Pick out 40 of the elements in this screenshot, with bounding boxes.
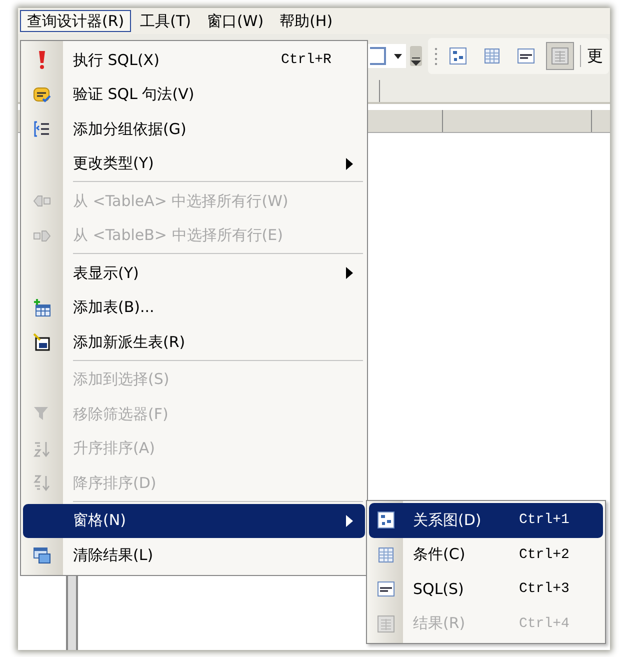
grid-icon (377, 546, 395, 564)
menu-bar-item[interactable]: 帮助(H) (272, 10, 340, 32)
menu-item[interactable]: 窗格(N) (23, 504, 365, 538)
dropdown-button[interactable] (368, 44, 406, 68)
diagram-icon (449, 47, 467, 65)
grid-icon (483, 47, 501, 65)
menu-bar-item[interactable]: 窗口(W) (200, 10, 271, 32)
submenu-arrow-icon (346, 514, 353, 527)
caret-icon (394, 54, 402, 58)
menu-item[interactable]: 执行 SQL(X) Ctrl+R (23, 43, 365, 78)
menu-item[interactable]: 添加新派生表(R) (23, 325, 365, 360)
toolbar-label: 更 (587, 46, 603, 66)
diagram-icon (377, 511, 395, 530)
menu-item[interactable]: 表显示(Y) (23, 256, 365, 290)
table-add-icon (33, 298, 51, 317)
grid-icon (377, 614, 395, 633)
sort-icon (33, 474, 51, 492)
grid-icon (551, 47, 569, 65)
menu-item[interactable]: 清除结果(L) (23, 538, 365, 572)
overflow-icon[interactable] (410, 46, 422, 66)
menu-bar-item[interactable]: 查询设计器(R) (20, 10, 132, 32)
window-icon (33, 546, 51, 564)
sql-check-icon (33, 86, 51, 104)
menu-item[interactable]: 更改类型(Y) (23, 146, 365, 181)
sql-pane-icon (517, 47, 535, 65)
submenu-arrow-icon (346, 158, 353, 170)
sql-pane-icon (377, 580, 395, 598)
sort-icon (33, 440, 51, 458)
table-wand-icon (33, 333, 51, 352)
grip-icon (434, 46, 438, 66)
menu-item[interactable]: 条件(C) Ctrl+2 (369, 538, 603, 572)
menu-item[interactable]: SQL(S) Ctrl+3 (369, 572, 603, 606)
submenu-arrow-icon (346, 267, 353, 280)
exclamation-icon (38, 51, 46, 70)
menu-item[interactable]: 关系图(D) Ctrl+1 (369, 503, 603, 538)
list-icon (33, 120, 51, 138)
menu-item[interactable]: 验证 SQL 句法(V) (23, 78, 365, 112)
menu-item[interactable]: 添加表(B)... (23, 290, 365, 325)
menu-bar-item[interactable]: 工具(T) (133, 10, 198, 32)
menu-item[interactable]: 添加分组依据(G) (23, 112, 365, 146)
